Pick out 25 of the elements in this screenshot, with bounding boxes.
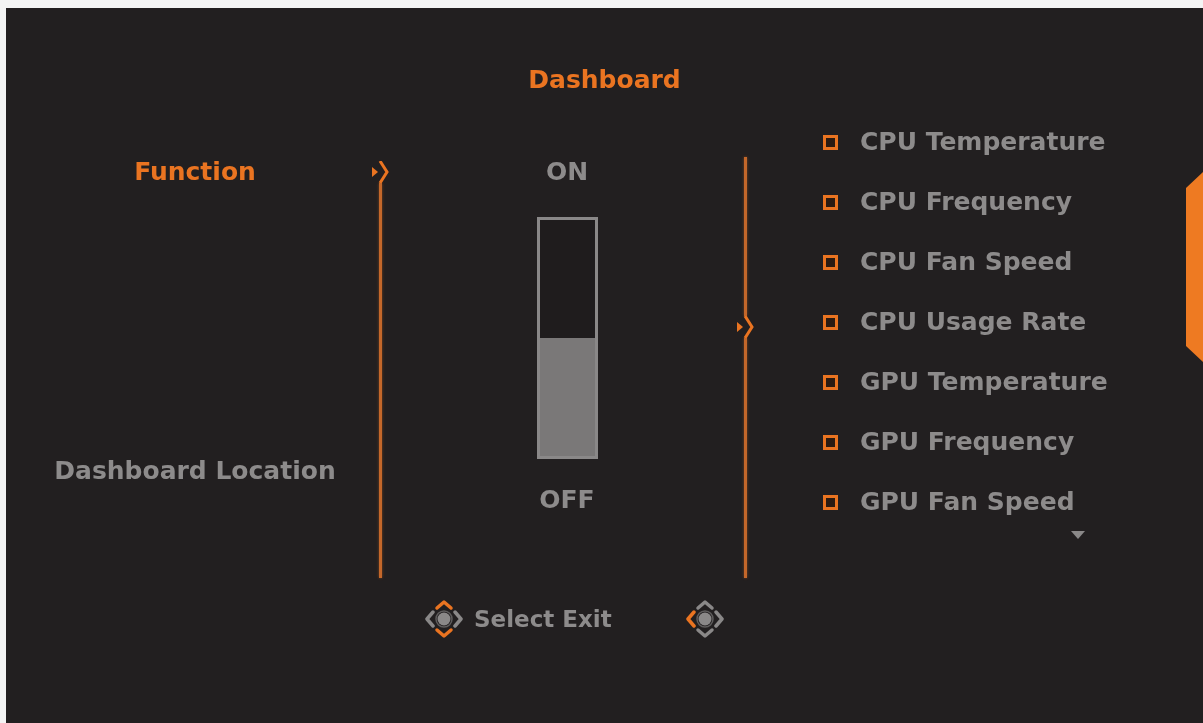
switch-track[interactable]	[536, 217, 598, 459]
option-label: GPU Temperature	[860, 367, 1108, 397]
option-label: GPU Frequency	[860, 427, 1075, 457]
chevron-icon	[372, 161, 390, 183]
menu-item[interactable]: Function	[134, 157, 256, 187]
checkbox[interactable]	[823, 254, 838, 270]
option-label: CPU Usage Rate	[860, 307, 1087, 337]
option-label: CPU Frequency	[860, 187, 1072, 217]
checkbox[interactable]	[823, 314, 838, 330]
checkbox[interactable]	[823, 434, 838, 450]
checkbox[interactable]	[823, 194, 838, 210]
menu-title: Dashboard	[528, 65, 681, 95]
hint-text: Select Exit	[474, 605, 612, 634]
chevron-icon	[737, 316, 755, 338]
checkbox[interactable]	[823, 494, 838, 510]
on-label: ON	[545, 157, 589, 187]
checkbox[interactable]	[823, 134, 838, 150]
option-label: CPU Temperature	[860, 127, 1106, 157]
off-label: OFF	[539, 485, 595, 515]
down-triangle-icon	[1071, 531, 1085, 539]
scrollbar-thumb[interactable]	[1185, 172, 1203, 362]
menu-item[interactable]: Dashboard Location	[54, 456, 336, 486]
option-label: GPU Fan Speed	[860, 487, 1075, 517]
option-label: CPU Fan Speed	[860, 247, 1073, 277]
checkbox[interactable]	[823, 374, 838, 390]
